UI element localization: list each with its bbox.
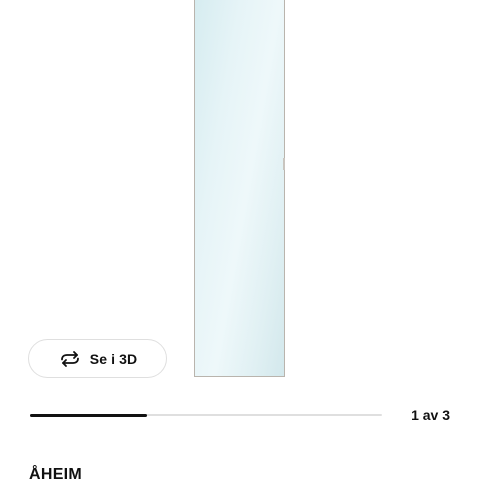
- product-image-mirror-door: [194, 0, 285, 377]
- gallery-progress-fill: [30, 413, 148, 417]
- view-in-3d-label: Se i 3D: [89, 350, 138, 367]
- product-page: Se i 3D 1 av 3 ÅHEIM: [0, 0, 480, 480]
- product-image-gallery[interactable]: [0, 0, 480, 392]
- gallery-pager: 1 av 3: [411, 407, 450, 423]
- view-in-3d-button[interactable]: Se i 3D: [28, 339, 167, 378]
- mirror-hinge-detail: [283, 158, 285, 170]
- rotate-3d-icon: [58, 350, 82, 368]
- product-title: ÅHEIM: [29, 466, 83, 480]
- gallery-progress-track[interactable]: [30, 413, 382, 417]
